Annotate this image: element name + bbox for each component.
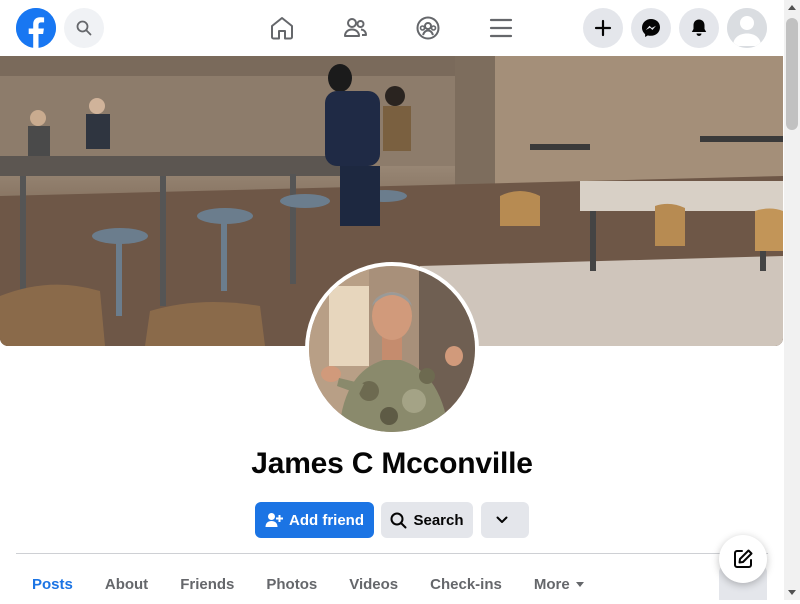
friends-icon[interactable] [337,10,373,46]
add-friend-label: Add friend [289,511,364,529]
facebook-logo-icon[interactable] [16,8,56,48]
groups-icon[interactable] [410,10,446,46]
profile-name: James C Mcconville [251,447,533,480]
divider [16,553,768,554]
scroll-up-arrow-icon[interactable] [788,5,796,10]
add-friend-icon [265,513,283,527]
search-icon [76,20,92,36]
search-profile-button[interactable]: Search [381,502,473,538]
tab-more[interactable]: More [518,566,600,600]
add-friend-button[interactable]: Add friend [255,502,374,538]
menu-icon[interactable] [483,10,519,46]
home-icon[interactable] [264,10,300,46]
plus-icon [594,19,612,37]
tab-about[interactable]: About [89,566,164,600]
page-scrollbar[interactable] [784,0,800,600]
scroll-down-arrow-icon[interactable] [788,590,796,595]
profile-picture[interactable] [305,262,479,436]
tab-check-ins[interactable]: Check-ins [414,566,518,600]
notifications-button[interactable] [679,8,719,48]
account-avatar-button[interactable] [727,8,767,48]
bell-icon [691,19,707,36]
tab-friends[interactable]: Friends [164,566,250,600]
messenger-icon [642,19,660,37]
search-icon [390,512,407,528]
new-message-button[interactable] [719,535,767,583]
tab-more-label: More [533,576,570,593]
more-actions-button[interactable] [481,502,529,538]
profile-photo-image [309,266,475,432]
search-profile-label: Search [413,511,464,529]
search-button[interactable] [64,8,104,48]
top-nav-bar [0,0,784,56]
avatar-icon [727,8,767,48]
tab-videos[interactable]: Videos [333,566,414,600]
tab-photos[interactable]: Photos [250,566,333,600]
profile-tabs: Posts About Friends Photos Videos Check-… [16,566,600,600]
compose-icon [734,549,753,568]
caret-down-icon [575,582,584,587]
scrollbar-thumb[interactable] [786,18,798,130]
tab-posts[interactable]: Posts [16,566,89,600]
messenger-button[interactable] [631,8,671,48]
create-button[interactable] [583,8,623,48]
chevron-down-icon [496,516,508,523]
